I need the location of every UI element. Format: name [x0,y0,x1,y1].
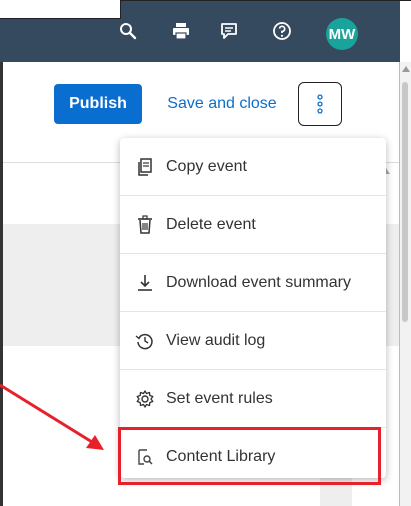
menu-item-label: Set event rules [166,389,273,407]
save-and-close-button[interactable]: Save and close [158,84,286,124]
menu-item-content-library[interactable]: Content Library [120,428,386,486]
more-actions-button[interactable] [298,82,342,126]
annotation-arrow [0,383,104,450]
avatar[interactable]: MW [326,18,358,50]
menu-item-label: Copy event [166,157,247,175]
menu-item-label: Download event summary [166,273,351,291]
download-icon [138,274,152,291]
menu-item-label: Delete event [166,215,256,233]
menu-item-view-audit-log[interactable]: View audit log [120,312,386,370]
menu-item-copy-event[interactable]: Copy event [120,138,386,196]
history-icon [135,333,153,349]
help-icon[interactable] [271,20,293,42]
printer-icon[interactable] [170,20,192,42]
menu-item-delete-event[interactable]: Delete event [120,196,386,254]
shell-bar: MW [0,0,411,62]
actions-menu: Copy event Delete event Download event s… [120,138,386,478]
menu-item-label: Content Library [166,448,276,465]
trash-icon [138,214,152,234]
title-cell [0,0,121,19]
feedback-icon[interactable] [218,20,240,42]
menu-item-set-event-rules[interactable]: Set event rules [120,370,386,428]
copy-icon [138,157,152,176]
scroll-up-arrow[interactable] [402,66,410,72]
content-library-icon [138,449,153,465]
menu-item-download-summary[interactable]: Download event summary [120,254,386,312]
vertical-ellipsis-icon [317,94,323,114]
menu-item-label: View audit log [166,331,266,349]
search-icon[interactable] [117,20,139,42]
settings-gear-icon [136,389,154,408]
scrollbar-thumb[interactable] [402,82,408,322]
publish-button[interactable]: Publish [54,84,142,124]
